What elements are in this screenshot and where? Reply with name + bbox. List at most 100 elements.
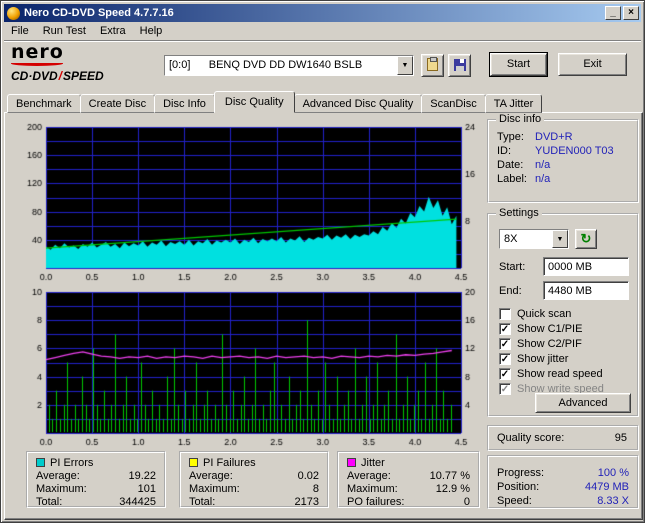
minimize-icon: _ [610,7,616,18]
title-bar[interactable]: Nero CD-DVD Speed 4.7.7.16 _ × [4,4,641,22]
copy-to-clipboard-button[interactable] [421,54,444,77]
stat-box-jitter: JitterAverage: 10.77 %Maximum:12.9 %PO fa… [337,451,480,508]
end-position-input[interactable] [543,281,629,300]
stat-value: 101 [138,483,156,495]
floppy-disk-icon [454,59,466,71]
exit-button[interactable]: Exit [558,53,627,76]
stat-label: PO failures: [347,496,404,508]
checkbox-box[interactable]: ✓ [499,323,511,335]
stat-header: PI Errors [36,456,156,469]
menu-item-help[interactable]: Help [133,23,170,39]
checkbox-box[interactable]: ✓ [499,383,511,395]
scan-speed-selector[interactable]: 8X ▼ [499,229,569,249]
disc-info-value: YUDEN000 T03 [535,145,614,157]
tab-disc-quality[interactable]: Disc Quality [214,91,295,113]
menu-item-extra[interactable]: Extra [93,23,133,39]
pi-failures-jitter-chart [9,288,479,448]
refresh-disc-button[interactable]: ↻ [575,229,597,249]
start-button[interactable]: Start [490,53,547,76]
tab-ta-jitter[interactable]: TA Jitter [485,94,543,113]
disc-info-label: Label: [497,173,527,185]
stat-value: 0.02 [298,470,319,482]
tab-strip: BenchmarkCreate DiscDisc InfoDisc Qualit… [7,93,541,113]
tab-disc-info[interactable]: Disc Info [154,94,215,113]
stat-title: Jitter [361,457,385,469]
checkbox-box[interactable]: ✓ [499,338,511,350]
legend-swatch-jitter [347,458,356,467]
checkbox-box[interactable] [499,308,511,320]
stat-title: PI Failures [203,457,256,469]
drive-selector[interactable]: [0:0] BENQ DVD DD DW1640 BSLB ▼ [164,55,414,76]
stat-value: 344425 [119,496,156,508]
check-icon: ✓ [500,369,510,380]
stat-title: PI Errors [50,457,93,469]
checkbox-box[interactable]: ✓ [499,368,511,380]
menu-item-file[interactable]: File [4,23,36,39]
progress-group: Progress:100 %Position:4479 MBSpeed:8.33… [487,455,639,509]
disc-info-rows: Type:DVD+RID: YUDEN000 T03 Date:n/aLabel: n… [489,121,637,187]
stat-label: Average: [189,470,233,482]
minimize-button[interactable]: _ [605,6,621,20]
stat-row-maximum: Maximum:8 [189,483,319,496]
tab-benchmark[interactable]: Benchmark [7,94,81,113]
checkbox-label: Show C1/PIE [517,323,582,335]
checkbox-box[interactable]: ✓ [499,353,511,365]
stat-row-maximum: Maximum:12.9 % [347,483,470,496]
stat-row-total: Total:2173 [189,496,319,509]
menu-item-run-test[interactable]: Run Test [36,23,93,39]
scan-speed-value[interactable]: 8X [500,230,552,248]
pi-errors-chart [9,123,479,283]
stat-row-po-failures: PO failures: 0 [347,496,470,509]
advanced-button[interactable]: Advanced [535,393,631,413]
close-icon: × [628,7,634,18]
stat-row-average: Average:19.22 [36,470,156,483]
stat-value: 10.77 % [430,470,470,482]
checkbox-show-c2-pif[interactable]: ✓ Show C2/PIF [499,337,582,351]
stat-row-average: Average: 10.77 % [347,470,470,483]
save-screenshot-button[interactable] [448,54,471,77]
stat-label: Maximum: [189,483,240,495]
stat-label: Total: [36,496,62,508]
scan-speed-dropdown-button[interactable]: ▼ [552,230,568,248]
checkbox-label: Quick scan [517,308,571,320]
clipboard-icon [427,58,438,71]
settings-title: Settings [496,207,542,219]
disc-info-label: Type: [497,131,524,143]
checkbox-label: Show C2/PIF [517,338,582,350]
check-icon: ✓ [500,324,510,335]
drive-selector-dropdown-button[interactable]: ▼ [397,56,413,75]
close-button[interactable]: × [623,6,639,20]
progress-row-position: Position:4479 MB [497,481,629,495]
tab-scandisc[interactable]: ScanDisc [421,94,485,113]
progress-label: Speed: [497,495,532,507]
stat-label: Average: [347,470,391,482]
progress-rows: Progress:100 %Position:4479 MBSpeed:8.33… [489,457,637,509]
checkbox-label: Show read speed [517,368,603,380]
checkbox-show-c1-pie[interactable]: ✓ Show C1/PIE [499,322,582,336]
checkbox-quick-scan[interactable]: Quick scan [499,307,571,321]
drive-selector-value[interactable]: [0:0] BENQ DVD DD DW1640 BSLB [165,56,397,75]
stat-label: Maximum: [347,483,398,495]
product-cd-dvd: CD·DVD [11,69,58,83]
disc-info-row-date: Date:n/a [497,159,629,173]
checkbox-show-read-speed[interactable]: ✓ Show read speed [499,367,603,381]
progress-value: 4479 MB [585,481,629,493]
disc-info-row-type: Type:DVD+R [497,131,629,145]
stat-value: 0 [464,496,470,508]
start-position-input[interactable] [543,257,629,276]
disc-info-value: n/a [535,173,550,185]
checkbox-show-jitter[interactable]: ✓ Show jitter [499,352,568,366]
chevron-down-icon: ▼ [402,62,409,69]
checkbox-label: Show jitter [517,353,568,365]
menu-bar: FileRun TestExtraHelp [4,22,641,41]
legend-swatch-pi-failures [189,458,198,467]
nero-brand-text: nero [11,43,161,61]
progress-label: Progress: [497,467,544,479]
tab-create-disc[interactable]: Create Disc [80,94,155,113]
disc-info-label: ID: [497,145,511,157]
chevron-down-icon: ▼ [557,236,564,243]
start-position-label: Start: [499,261,525,273]
window-title: Nero CD-DVD Speed 4.7.7.16 [24,7,603,19]
tab-advanced-disc-quality[interactable]: Advanced Disc Quality [294,94,423,113]
stat-row-total: Total: 344425 [36,496,156,509]
